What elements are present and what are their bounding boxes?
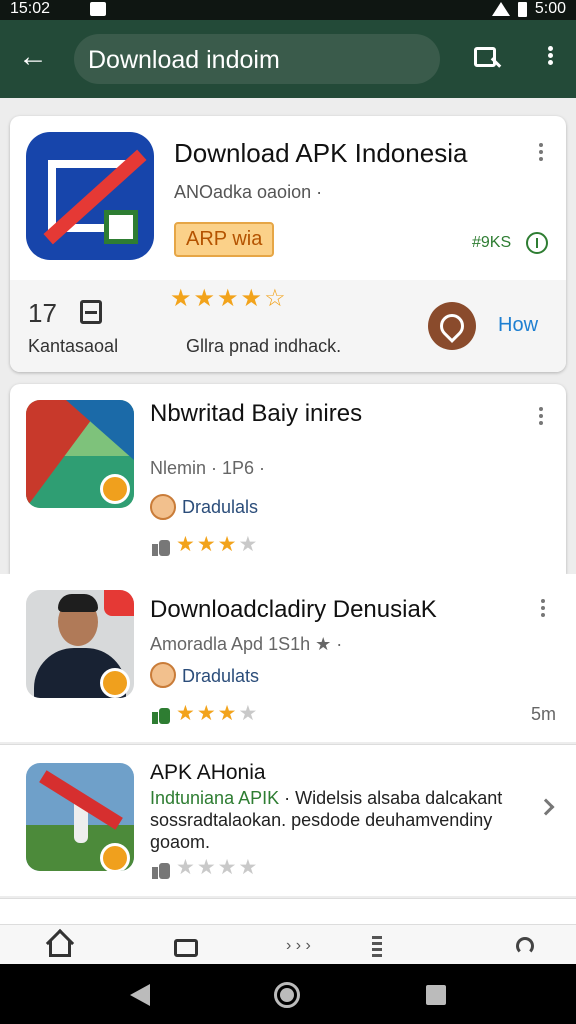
share-icon[interactable] [512,933,538,959]
search-input[interactable]: Download indoim [74,34,440,84]
rating-stars: ★★★★ [176,856,260,879]
developer-icon [150,662,176,688]
battery-icon [517,1,527,17]
app-thumbnail [26,400,134,508]
signal-icon [491,2,510,16]
rating-text: Gllra pnad indhack. [186,336,342,356]
system-home-icon[interactable] [274,982,300,1008]
status-icons: 5:00 [491,0,566,18]
app-tag-badge: ARP wia [174,222,275,257]
more-icon[interactable]: › › › [286,933,322,959]
home-icon[interactable] [45,928,75,959]
developer-name: Dradulals [182,497,259,517]
featured-app-card[interactable]: Download APK Indonesia ANOadka oaoion · … [10,116,566,372]
app-price: #9KS [472,234,512,251]
status-bar: 15:02 5:00 [0,0,576,20]
thumbs-up-icon [152,861,170,879]
app-subtitle: ANOadka oaoion · [174,182,323,202]
system-recents-icon[interactable] [426,985,446,1005]
apps-icon[interactable] [172,933,200,959]
review-count: 17 [28,298,57,328]
list-item[interactable]: Downloadcladiry DenusiaK Amoradla Apd 1S… [0,574,576,742]
system-back-icon[interactable] [130,984,150,1006]
app-subtitle: Amoradla Apd 1S1h ★ · [150,634,343,654]
developer-icon [150,494,176,520]
image-search-icon[interactable] [472,44,502,74]
developer-avatar [428,302,476,350]
list-item[interactable]: APK AHonia Indtuniana APIK · Widelsis al… [0,744,576,896]
badge-icon [100,474,130,504]
overflow-menu-icon[interactable] [535,44,565,74]
app-title: Nbwritad Baiy inires [150,400,363,427]
badge-icon [100,668,130,698]
app-title: Download APK Indonesia [174,138,468,168]
status-clock-right: 5:00 [534,0,566,17]
thumbs-up-icon [152,706,170,724]
app-bar: ← Download indoim [0,20,576,98]
card-menu-icon[interactable] [536,404,546,432]
rating-stars: ★★★★ [176,533,260,556]
app-title: Downloadcladiry DenusiaK [150,596,437,623]
app-subtitle: Nlemin · 1P6 · [150,458,266,478]
developer-name: Dradulats [182,666,260,686]
app-description: Indtuniana APIK · Widelsis alsaba dalcak… [150,787,530,853]
list-item-partial [0,898,576,924]
review-count-label: Kantasaoal [28,336,119,356]
developer-name: Indtuniana APIK [150,788,280,808]
back-arrow-icon[interactable]: ← [18,42,52,76]
card-menu-icon[interactable] [536,140,546,168]
how-button[interactable]: How [498,314,538,337]
notification-icon [90,2,106,16]
list-icon [80,300,102,324]
thumbs-up-icon [152,538,170,556]
rating-stars: ★★★★☆ [170,285,288,312]
app-logo-icon [26,132,154,260]
card-menu-icon[interactable] [538,596,548,624]
chevron-right-icon[interactable] [537,798,555,816]
info-icon[interactable] [526,232,548,254]
list-item[interactable]: Nbwritad Baiy inires Nlemin · 1P6 · Drad… [10,384,566,574]
search-query: Download indoim [88,46,280,74]
app-title: APK AHonia [150,761,266,784]
rating-stars: ★★★★ [176,702,260,725]
app-size: 5m [530,704,556,724]
results-list: Download APK Indonesia ANOadka oaoion · … [0,98,576,924]
app-thumbnail [26,590,134,698]
status-time: 15:02 [10,0,51,17]
badge-icon [100,843,130,871]
bottom-navigation: › › › [0,924,576,964]
system-navigation-bar [0,964,576,1024]
featured-footer: 17 Kantasaoal ★★★★☆ Gllra pnad indhack. … [10,280,566,372]
app-thumbnail [26,763,134,871]
list-icon[interactable] [366,933,388,959]
